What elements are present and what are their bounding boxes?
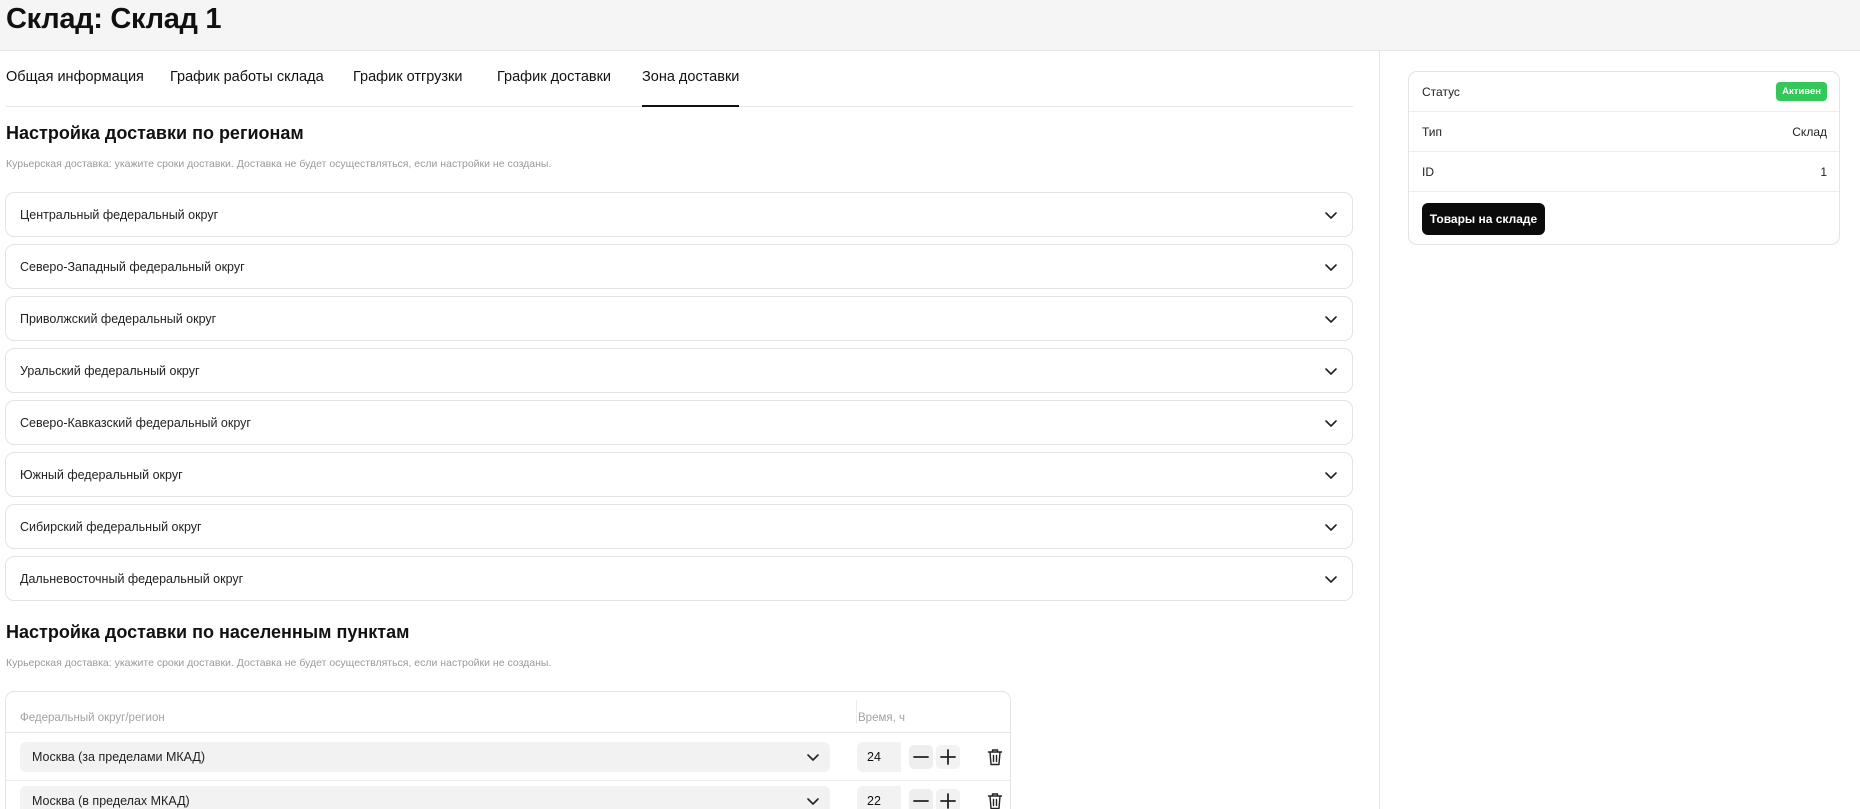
region-select-value: Москва (в пределах МКАД)	[32, 794, 190, 808]
id-label: ID	[1422, 165, 1434, 179]
hours-stepper: 22	[857, 786, 961, 809]
region-select[interactable]: Москва (в пределах МКАД)	[20, 786, 830, 809]
region-accordion-ural[interactable]: Уральский федеральный округ	[5, 348, 1353, 393]
status-badge: Активен	[1776, 82, 1827, 101]
page-header: Склад: Склад 1	[0, 0, 1860, 51]
warehouse-info-card: Статус Активен Тип Склад ID 1 Товары на …	[1408, 71, 1840, 245]
region-label: Дальневосточный федеральный округ	[20, 572, 244, 586]
region-label: Северо-Кавказский федеральный округ	[20, 416, 251, 430]
region-accordion-south[interactable]: Южный федеральный округ	[5, 452, 1353, 497]
cities-section-hint: Курьерская доставка: укажите сроки доста…	[6, 657, 552, 669]
region-accordion-siberia[interactable]: Сибирский федеральный округ	[5, 504, 1353, 549]
region-label: Уральский федеральный округ	[20, 364, 200, 378]
chevron-down-icon	[1325, 576, 1337, 583]
region-select[interactable]: Москва (за пределами МКАД)	[20, 742, 830, 772]
region-accordion-north-caucasus[interactable]: Северо-Кавказский федеральный округ	[5, 400, 1353, 445]
region-label: Северо-Западный федеральный округ	[20, 260, 245, 274]
cities-table: Федеральный округ/регион Время, ч Москва…	[5, 691, 1011, 809]
region-accordion-northwest[interactable]: Северо-Западный федеральный округ	[5, 244, 1353, 289]
minus-icon	[913, 756, 929, 758]
decrement-button[interactable]	[909, 789, 933, 809]
minus-icon	[913, 800, 929, 802]
hours-input[interactable]: 22	[857, 786, 901, 809]
cities-section-title: Настройка доставки по населенным пунктам	[6, 622, 410, 642]
chevron-down-icon	[1325, 264, 1337, 271]
trash-icon[interactable]	[987, 792, 1003, 809]
id-row: ID 1	[1409, 152, 1839, 192]
type-row: Тип Склад	[1409, 112, 1839, 152]
chevron-down-icon	[1325, 212, 1337, 219]
regions-section-title: Настройка доставки по регионам	[6, 123, 304, 143]
chevron-down-icon	[1325, 524, 1337, 531]
region-accordion-volga[interactable]: Приволжский федеральный округ	[5, 296, 1353, 341]
header-divider	[6, 732, 1010, 733]
tab-general-info[interactable]: Общая информация	[6, 69, 144, 107]
hours-input[interactable]: 24	[857, 742, 901, 772]
chevron-down-icon	[1325, 420, 1337, 427]
tab-warehouse-schedule[interactable]: График работы склада	[170, 69, 324, 107]
region-label: Южный федеральный округ	[20, 468, 183, 482]
tab-shipment-schedule[interactable]: График отгрузки	[353, 69, 463, 107]
chevron-down-icon	[1325, 316, 1337, 323]
plus-icon	[940, 793, 956, 809]
row-divider	[6, 780, 1010, 781]
chevron-down-icon	[807, 798, 819, 805]
decrement-button[interactable]	[909, 745, 933, 769]
column-header-region: Федеральный округ/регион	[20, 712, 165, 724]
tab-bar: Общая информация График работы склада Гр…	[6, 51, 1353, 107]
region-accordion-central[interactable]: Центральный федеральный округ	[5, 192, 1353, 237]
type-label: Тип	[1422, 125, 1443, 139]
chevron-down-icon	[1325, 472, 1337, 479]
region-select-value: Москва (за пределами МКАД)	[32, 750, 206, 764]
increment-button[interactable]	[936, 789, 960, 809]
column-header-time: Время, ч	[858, 712, 905, 724]
id-value: 1	[1820, 165, 1827, 179]
main-content: Общая информация График работы склада Гр…	[0, 51, 1380, 809]
column-divider	[856, 700, 857, 724]
status-label: Статус	[1422, 85, 1460, 99]
chevron-down-icon	[807, 754, 819, 761]
tab-delivery-schedule[interactable]: График доставки	[497, 69, 611, 107]
page-title: Склад: Склад 1	[6, 3, 222, 35]
goods-in-warehouse-button[interactable]: Товары на складе	[1422, 203, 1545, 235]
regions-section-hint: Курьерская доставка: укажите сроки доста…	[6, 158, 552, 170]
region-label: Сибирский федеральный округ	[20, 520, 202, 534]
region-label: Центральный федеральный округ	[20, 208, 219, 222]
plus-icon	[940, 749, 956, 765]
type-value: Склад	[1792, 125, 1827, 139]
status-row: Статус Активен	[1409, 72, 1839, 112]
region-label: Приволжский федеральный округ	[20, 312, 217, 326]
trash-icon[interactable]	[987, 748, 1003, 766]
increment-button[interactable]	[936, 745, 960, 769]
tab-delivery-zone[interactable]: Зона доставки	[642, 69, 740, 107]
region-accordion-far-east[interactable]: Дальневосточный федеральный округ	[5, 556, 1353, 601]
chevron-down-icon	[1325, 368, 1337, 375]
hours-stepper: 24	[857, 742, 961, 772]
